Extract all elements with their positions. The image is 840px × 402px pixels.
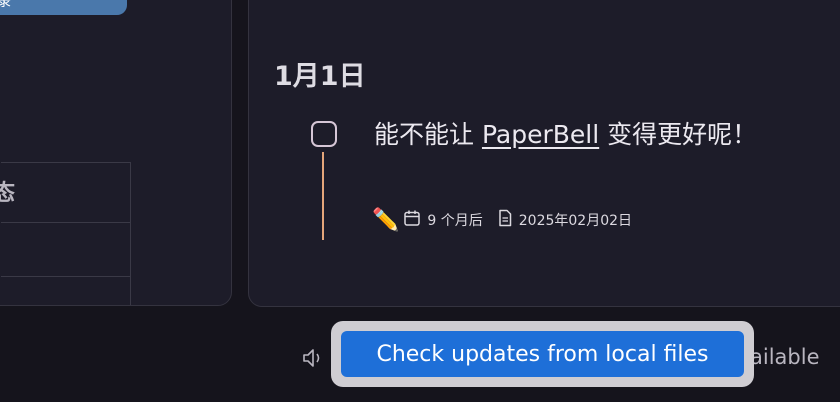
task-checkbox[interactable] [311, 121, 337, 147]
available-status-text: ailable [750, 345, 820, 369]
left-panel: 录 态 [0, 0, 232, 306]
paperbell-link[interactable]: PaperBell [482, 120, 599, 149]
table-header-row: 态 [0, 163, 130, 223]
tag-pill[interactable]: 录 [0, 0, 127, 15]
task-meta: ✏️ 9 个月后 2025年02月02日 [372, 206, 632, 234]
update-tooltip: Check updates from local files [331, 321, 754, 387]
status-column-header: 态 [0, 175, 15, 207]
created-date-text: 2025年02月02日 [518, 213, 633, 229]
document-icon [497, 209, 519, 231]
task-title[interactable]: 能不能让 PaperBell 变得更好呢！ [374, 114, 774, 156]
table-row[interactable] [1, 277, 130, 305]
tag-pill-label: 录 [0, 0, 11, 10]
task-title-prefix: 能不能让 [374, 120, 482, 149]
speaker-icon[interactable] [300, 345, 326, 375]
date-heading: 1月1日 [274, 61, 366, 92]
timeline-line [322, 152, 324, 240]
due-date-text: 9 个月后 [427, 213, 483, 229]
table-row[interactable] [1, 223, 130, 277]
status-table: 态 [0, 162, 131, 305]
check-updates-button[interactable]: Check updates from local files [341, 331, 744, 377]
task-title-suffix: 变得更好呢！ [599, 120, 758, 149]
calendar-icon [403, 209, 427, 231]
pencil-icon: ✏️ [372, 207, 400, 233]
